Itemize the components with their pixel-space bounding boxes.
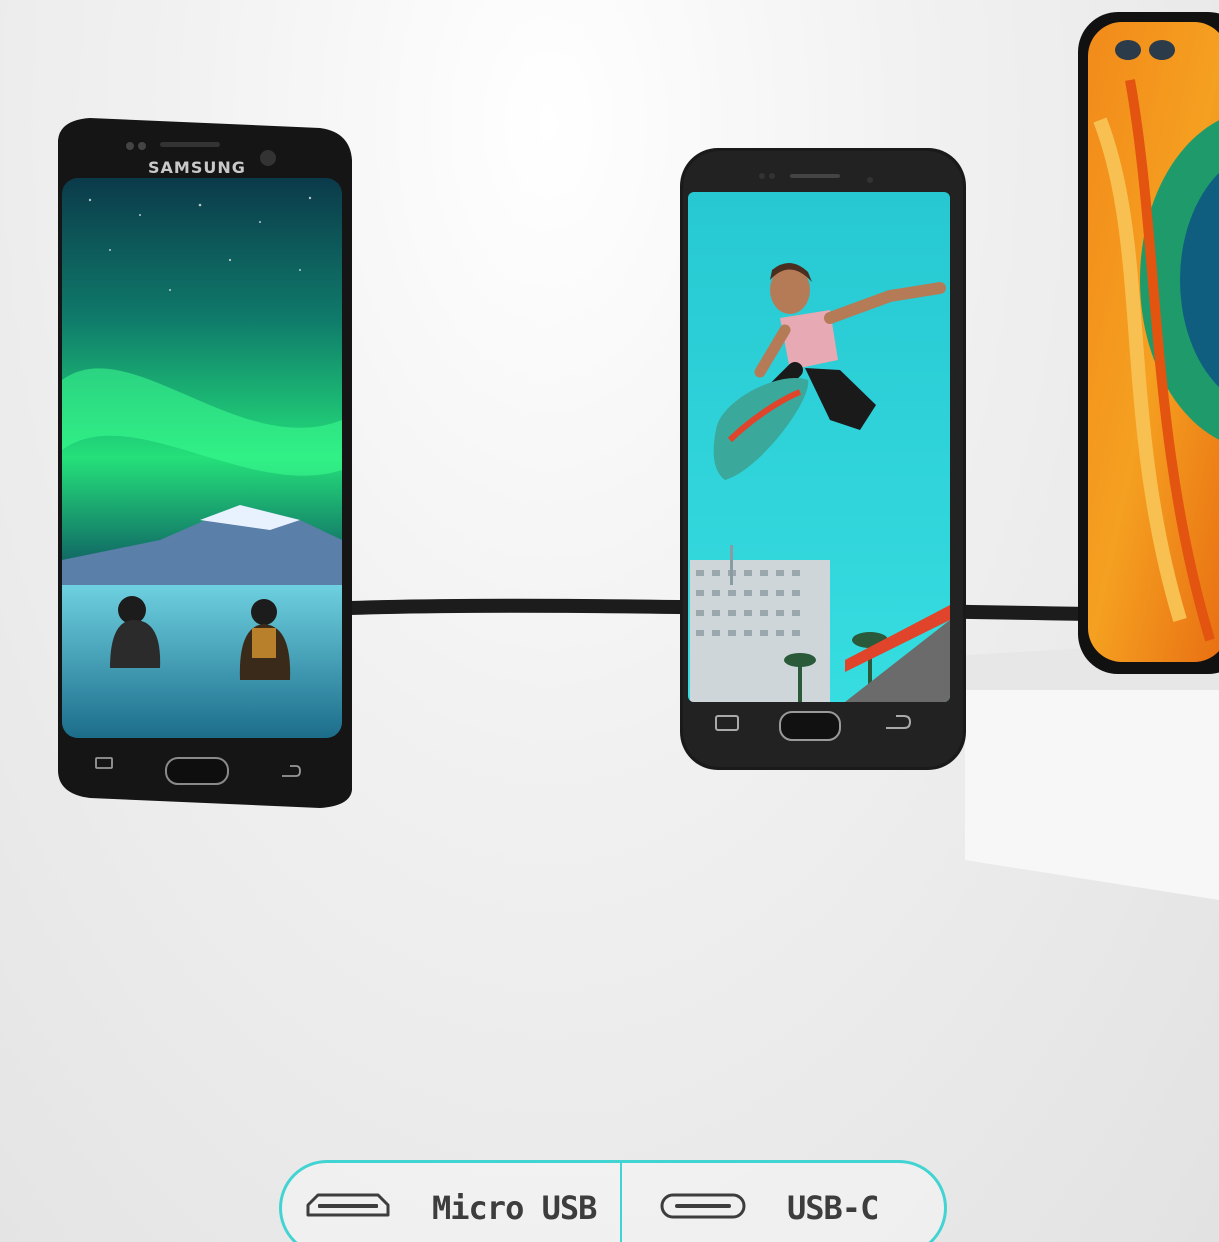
scene-artwork xyxy=(58,12,1219,900)
phone-4 xyxy=(1078,12,1219,674)
connector-legend: Micro USB USB-C xyxy=(279,1160,947,1242)
micro-usb-label: Micro USB xyxy=(432,1189,597,1227)
usb-c-label: USB-C xyxy=(787,1189,879,1227)
phone-3 xyxy=(680,148,966,770)
display-pedestal xyxy=(965,640,1219,900)
legend-divider xyxy=(620,1163,622,1242)
micro-usb-port-icon xyxy=(304,1191,392,1225)
brand-logo-samsung: SAMSUNG xyxy=(148,158,246,177)
legend-micro-usb: Micro USB xyxy=(304,1189,597,1227)
product-scene: SAMSUNG Micro USB USB-C xyxy=(0,0,1219,1242)
phone-1 xyxy=(58,118,352,808)
usb-c-port-icon xyxy=(659,1191,747,1225)
legend-usb-c: USB-C xyxy=(659,1189,879,1227)
